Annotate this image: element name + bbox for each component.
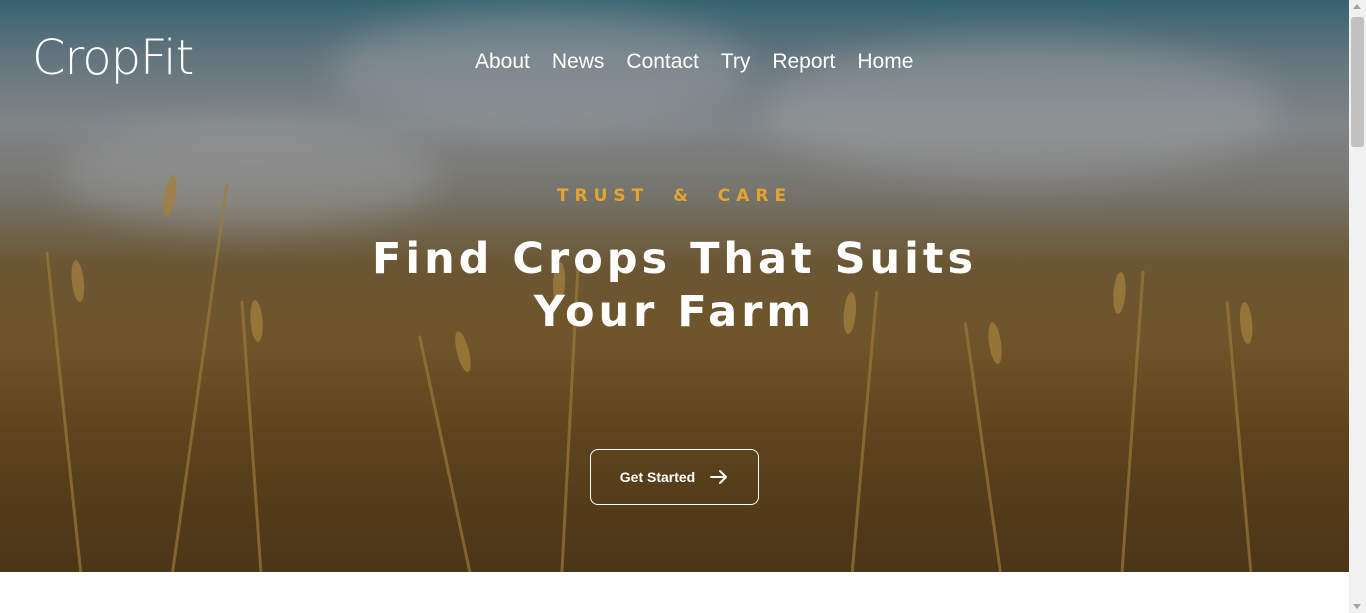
scrollbar-thumb[interactable]: [1351, 17, 1364, 147]
nav-item-about[interactable]: About: [475, 48, 530, 76]
scroll-down-icon[interactable]: [1353, 604, 1361, 609]
nav-item-home[interactable]: Home: [857, 48, 913, 76]
hero-headline: Find Crops That Suits Your Farm: [0, 233, 1349, 339]
nav-item-news[interactable]: News: [552, 48, 605, 76]
get-started-button[interactable]: Get Started: [590, 449, 759, 505]
hero-eyebrow: TRUST & CARE: [556, 186, 793, 206]
brand-logo[interactable]: CropFit: [32, 32, 194, 85]
get-started-label: Get Started: [619, 469, 696, 485]
hero-headline-line2: Your Farm: [533, 287, 816, 337]
main-nav: About News Contact Try Report Home: [475, 48, 935, 76]
nav-item-contact[interactable]: Contact: [626, 48, 698, 76]
page-scrollbar[interactable]: [1349, 0, 1366, 613]
hero-section: CropFit About News Contact Try Report Ho…: [0, 0, 1349, 572]
arrow-right-icon: [710, 470, 728, 484]
hero-headline-line1: Find Crops That Suits: [371, 234, 978, 284]
scroll-up-icon[interactable]: [1353, 4, 1361, 9]
nav-item-try[interactable]: Try: [721, 48, 751, 76]
nav-item-report[interactable]: Report: [772, 48, 835, 76]
